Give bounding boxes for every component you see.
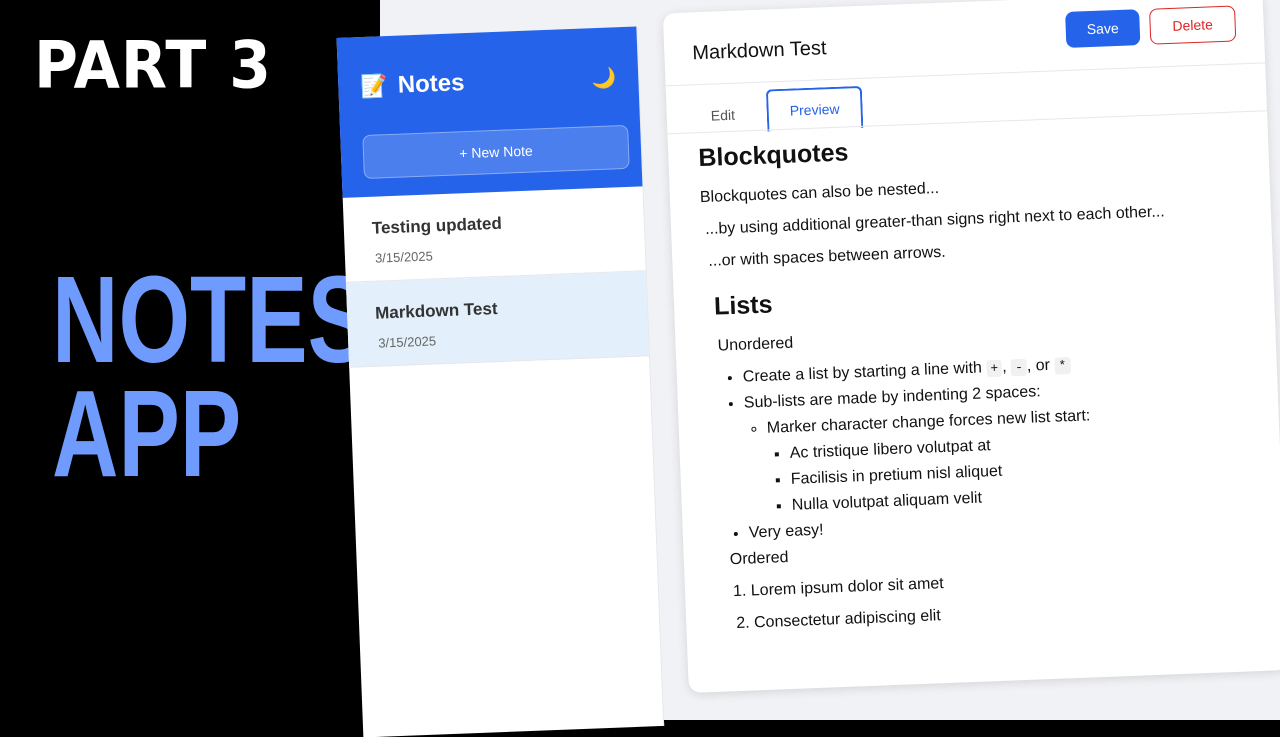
divider [665,62,1266,87]
ordered-item: 2. Consectetur adipiscing elit [735,607,942,633]
moon-icon[interactable]: 🌙 [591,65,617,91]
editor-panel: Markdown Test Save Delete Edit Preview B… [662,0,1280,693]
blockquote-line: ...or with spaces between arrows. [708,243,946,270]
delete-button[interactable]: Delete [1149,5,1237,45]
brand-title: Notes [397,69,465,99]
brand: 📝 Notes [360,69,465,101]
code-minus: - [1010,358,1028,377]
list-item: Marker character change forces new list … [767,400,1272,515]
headline-notes: NOTES [52,250,370,390]
note-date: 3/15/2025 [374,248,434,266]
memo-icon: 📝 [359,73,389,100]
heading-lists: Lists [713,290,773,321]
blockquote-line: ...by using additional greater-than sign… [704,203,1165,238]
blockquote-line: Blockquotes can also be nested... [699,179,940,207]
label-unordered: Unordered [717,334,794,355]
sidebar-header: 📝 Notes 🌙 + New Note [336,26,643,198]
code-plus: + [986,359,1003,378]
save-button[interactable]: Save [1065,9,1141,48]
part-label: PART 3 [34,28,272,104]
list-item: Sub-lists are made by indenting 2 spaces… [744,374,1272,516]
tab-edit[interactable]: Edit [710,95,736,136]
app-screenshot: 📝 Notes 🌙 + New Note Testing updated 3/1… [335,0,1280,737]
sidebar: 📝 Notes 🌙 + New Note Testing updated 3/1… [336,26,665,737]
headline-app: APP [52,364,242,504]
code-star: * [1054,357,1071,375]
unordered-list: Create a list by starting a line with +,… [721,349,1273,544]
markdown-preview: Blockquotes Blockquotes can also be nest… [698,123,1277,648]
note-item-testing-updated[interactable]: Testing updated 3/15/2025 [342,186,646,283]
tab-preview[interactable]: Preview [765,85,864,132]
note-item-markdown-test[interactable]: Markdown Test 3/15/2025 [345,271,649,368]
ordered-item: 1. Lorem ipsum dolor sit amet [732,575,945,601]
note-title: Markdown Test [374,298,498,323]
new-note-button[interactable]: + New Note [362,124,630,180]
sub-sub-list: Ac tristique libero volutpat at Facilisi… [768,426,1272,515]
sub-list: Marker character change forces new list … [745,400,1272,516]
note-title-field[interactable]: Markdown Test [692,37,827,65]
note-date: 3/15/2025 [377,333,437,351]
note-title: Testing updated [371,213,503,238]
